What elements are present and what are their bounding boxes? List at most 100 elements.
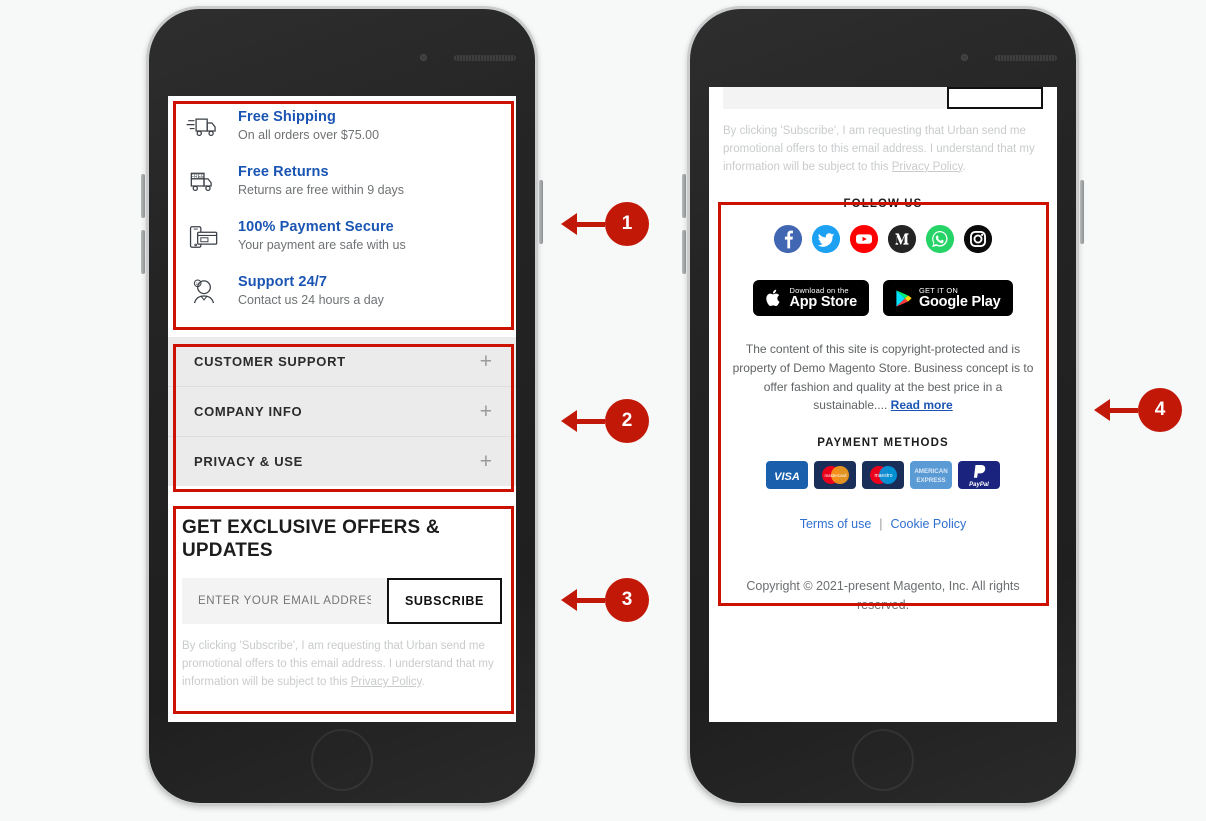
- payment-methods-heading: PAYMENT METHODS: [817, 436, 949, 449]
- newsletter-form: SUBSCRIBE: [182, 578, 502, 625]
- phone-screen-right: By clicking 'Subscribe', I am requesting…: [709, 87, 1057, 722]
- svg-text:EXPRESS: EXPRESS: [916, 477, 945, 484]
- screenshot-canvas: Free Shipping On all orders over $75.00 …: [0, 0, 1206, 821]
- feature-desc: Your payment are safe with us: [238, 238, 406, 252]
- store-badge-label: Google Play: [918, 293, 1001, 310]
- front-camera-icon: [420, 54, 427, 61]
- newsletter-disclaimer: By clicking 'Subscribe', I am requesting…: [709, 109, 1057, 176]
- instagram-icon[interactable]: [963, 224, 993, 254]
- callout-arrow-icon: [561, 410, 577, 432]
- youtube-icon[interactable]: [849, 224, 879, 254]
- feature-item: 100% Payment Secure Your payment are saf…: [184, 218, 500, 256]
- payment-methods-section: PAYMENT METHODS VISA mastercard maestro …: [717, 437, 1049, 489]
- earpiece-speaker: [454, 55, 516, 61]
- support-agent-icon: 24: [184, 273, 224, 311]
- facebook-icon[interactable]: [773, 224, 803, 254]
- delivery-truck-icon: [184, 108, 224, 146]
- disclaimer-text: By clicking 'Subscribe', I am requesting…: [723, 125, 1035, 173]
- callout-number: 1: [605, 202, 649, 246]
- svg-text:PayPal: PayPal: [969, 482, 989, 488]
- feature-title: 100% Payment Secure: [238, 219, 394, 235]
- service-features-section: Free Shipping On all orders over $75.00 …: [168, 96, 516, 325]
- svg-text:mastercard: mastercard: [825, 473, 848, 478]
- newsletter-title: GET EXCLUSIVE OFFERS & UPDATES: [182, 517, 440, 562]
- medium-icon[interactable]: [887, 224, 917, 254]
- amex-card-icon: AMERICAN EXPRESS: [910, 460, 952, 489]
- disclaimer-period: .: [962, 160, 966, 173]
- feature-item: 24 Support 24/7 Contact us 24 hours a da…: [184, 273, 500, 311]
- payment-cards-row: VISA mastercard maestro AMERICAN EXPRESS: [717, 460, 1049, 489]
- cookie-policy-link[interactable]: Cookie Policy: [891, 517, 967, 531]
- phone-mockup-right: By clicking 'Subscribe', I am requesting…: [682, 6, 1084, 806]
- twitter-icon[interactable]: [811, 224, 841, 254]
- callout-marker-1: 1: [561, 202, 649, 246]
- subscribe-button[interactable]: SUBSCRIBE: [386, 578, 502, 625]
- plus-icon[interactable]: +: [480, 451, 492, 472]
- callout-marker-2: 2: [561, 399, 649, 443]
- callout-number: 3: [605, 578, 649, 622]
- privacy-policy-link[interactable]: Privacy Policy: [892, 161, 963, 173]
- newsletter-disclaimer: By clicking 'Subscribe', I am requesting…: [182, 638, 502, 691]
- disclaimer-text: By clicking 'Subscribe', I am requesting…: [182, 640, 494, 688]
- subscribe-button[interactable]: [947, 87, 1043, 109]
- callout-arrow-icon: [561, 589, 577, 611]
- callout-stem: [577, 597, 605, 603]
- power-button[interactable]: [539, 180, 543, 244]
- volume-up-button[interactable]: [682, 174, 686, 218]
- email-input[interactable]: [182, 578, 387, 625]
- visa-card-icon: VISA: [766, 460, 808, 489]
- front-camera-icon: [961, 54, 968, 61]
- plus-icon[interactable]: +: [480, 351, 492, 372]
- callout-arrow-icon: [1094, 399, 1110, 421]
- newsletter-section: GET EXCLUSIVE OFFERS & UPDATES SUBSCRIBE…: [168, 500, 516, 706]
- accordion-label: COMPANY INFO: [194, 404, 303, 419]
- home-button[interactable]: [311, 729, 373, 791]
- app-store-badges: Download on the App Store GET IT ON Goog…: [717, 280, 1049, 317]
- maestro-card-icon: maestro: [862, 460, 904, 489]
- accordion-item-customer-support[interactable]: CUSTOMER SUPPORT +: [168, 337, 516, 387]
- accordion-item-privacy-use[interactable]: PRIVACY & USE +: [168, 437, 516, 486]
- terms-of-use-link[interactable]: Terms of use: [800, 517, 872, 531]
- copyright-text: Copyright © 2021-present Magento, Inc. A…: [746, 578, 1020, 612]
- feature-desc: Returns are free within 9 days: [238, 183, 405, 197]
- accordion-label: PRIVACY & USE: [194, 454, 304, 469]
- mastercard-card-icon: mastercard: [814, 460, 856, 489]
- whatsapp-icon[interactable]: [925, 224, 955, 254]
- accordion-label: CUSTOMER SUPPORT: [194, 354, 346, 369]
- accordion-item-company-info[interactable]: COMPANY INFO +: [168, 387, 516, 437]
- plus-icon[interactable]: +: [480, 401, 492, 422]
- paypal-card-icon: PayPal: [958, 460, 1000, 489]
- read-more-link[interactable]: Read more: [891, 398, 953, 412]
- callout-arrow-icon: [561, 213, 577, 235]
- callout-stem: [1110, 407, 1138, 413]
- about-text-section: The content of this site is copyright-pr…: [717, 340, 1049, 414]
- email-input[interactable]: [723, 87, 947, 109]
- volume-down-button[interactable]: [682, 230, 686, 274]
- volume-down-button[interactable]: [141, 230, 145, 274]
- footer-accordion-section: CUSTOMER SUPPORT + COMPANY INFO + PRIVAC…: [168, 337, 516, 486]
- power-button[interactable]: [1080, 180, 1084, 244]
- about-text: The content of this site is copyright-pr…: [732, 342, 1034, 413]
- google-play-badge[interactable]: GET IT ON Google Play: [882, 280, 1013, 317]
- links-separator: |: [879, 516, 883, 531]
- privacy-policy-link[interactable]: Privacy Policy: [351, 676, 422, 688]
- social-icons-row: [717, 224, 1049, 254]
- feature-desc: Contact us 24 hours a day: [238, 293, 384, 307]
- footer-links: Terms of use | Cookie Policy: [717, 517, 1049, 531]
- newsletter-form-partial: [709, 87, 1057, 109]
- disclaimer-period: .: [421, 675, 425, 688]
- feature-title: Free Returns: [238, 164, 329, 180]
- phone-mockup-left: Free Shipping On all orders over $75.00 …: [141, 6, 543, 806]
- apple-icon: [766, 290, 780, 307]
- callout-number: 4: [1138, 388, 1182, 432]
- payment-secure-icon: [184, 218, 224, 256]
- callout-stem: [577, 221, 605, 227]
- volume-up-button[interactable]: [141, 174, 145, 218]
- app-store-badge[interactable]: Download on the App Store: [753, 280, 869, 317]
- svg-text:maestro: maestro: [874, 473, 892, 479]
- home-button[interactable]: [852, 729, 914, 791]
- feature-desc: On all orders over $75.00: [238, 128, 380, 142]
- callout-marker-3: 3: [561, 578, 649, 622]
- feature-title: Support 24/7: [238, 274, 328, 290]
- feature-item: Free Shipping On all orders over $75.00: [184, 108, 500, 146]
